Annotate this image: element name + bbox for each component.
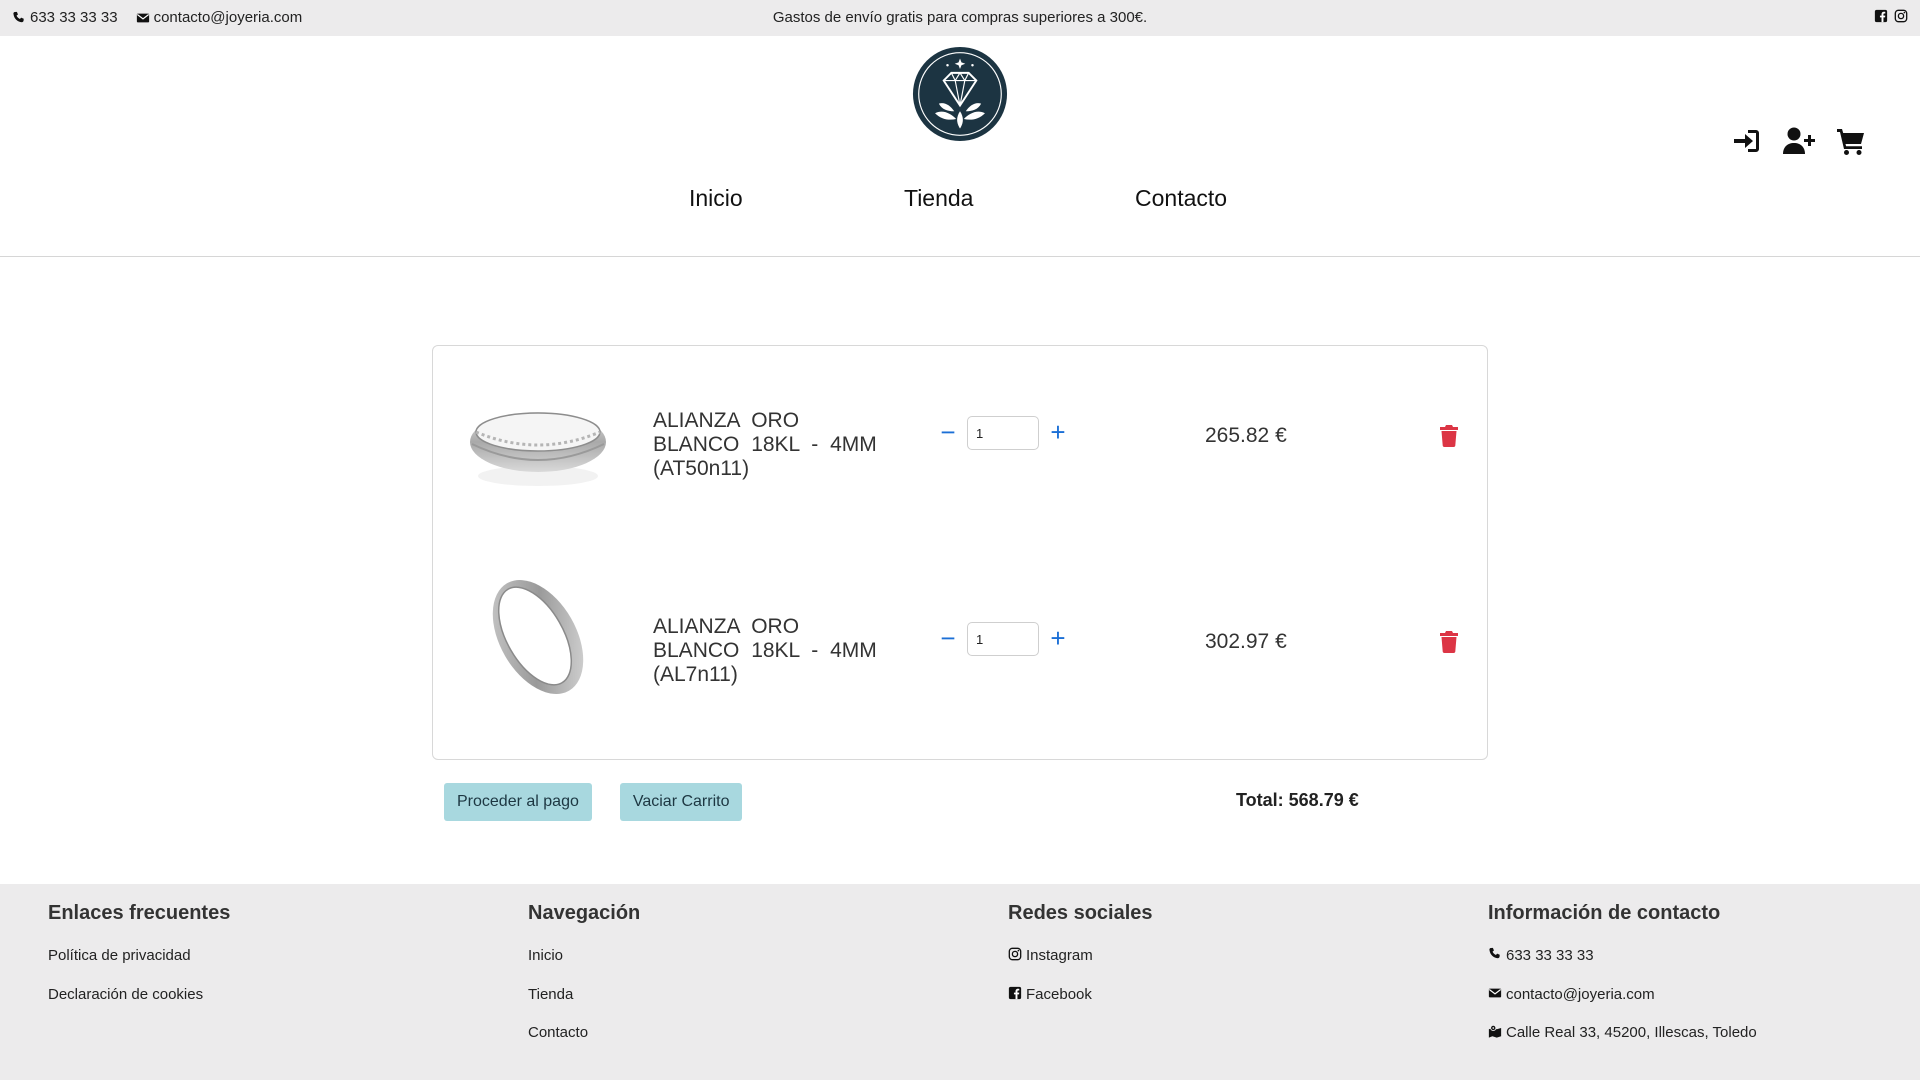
- instagram-icon: [1008, 947, 1022, 961]
- cart-total: Total: 568.79 €: [1236, 790, 1359, 810]
- product-name[interactable]: ALIANZA ORO BLANCO 18KL - 4MM (AL7n11): [653, 615, 893, 687]
- phone-icon: [1489, 947, 1500, 959]
- footer-address: Calle Real 33, 45200, Illescas, Toledo: [1488, 1024, 1757, 1063]
- footer-heading: Información de contacto: [1488, 902, 1721, 924]
- login-icon[interactable]: [1732, 126, 1762, 156]
- nav-inicio[interactable]: Inicio: [689, 185, 743, 212]
- quantity-input[interactable]: [967, 416, 1039, 450]
- footer-link-inicio[interactable]: Inicio: [528, 947, 563, 964]
- privacy-policy-link[interactable]: Política de privacidad: [48, 947, 191, 964]
- product-image[interactable]: [463, 366, 613, 496]
- footer-email-text: contacto@joyeria.com: [1506, 985, 1655, 1003]
- product-name[interactable]: ALIANZA ORO BLANCO 18KL - 4MM (AT50n11): [653, 409, 893, 481]
- footer-navigation: Navegación Inicio Tienda Contacto: [528, 902, 640, 1063]
- trash-icon[interactable]: [1439, 631, 1459, 653]
- header-divider: [0, 256, 1920, 257]
- increase-quantity-button[interactable]: +: [1047, 625, 1069, 651]
- decrease-quantity-button[interactable]: −: [937, 419, 959, 445]
- footer: Enlaces frecuentes Política de privacida…: [0, 884, 1920, 1080]
- footer-link-tienda[interactable]: Tienda: [528, 986, 573, 1003]
- footer-phone[interactable]: 633 33 33 33: [1488, 947, 1757, 986]
- shipping-promo: Gastos de envío gratis para compras supe…: [772, 9, 1148, 26]
- nav-tienda[interactable]: Tienda: [904, 185, 973, 212]
- register-user-icon[interactable]: [1782, 126, 1816, 156]
- cart-items-box: ALIANZA ORO BLANCO 18KL - 4MM (AT50n11) …: [432, 345, 1488, 760]
- cart-item: ALIANZA ORO BLANCO 18KL - 4MM (AL7n11) −…: [433, 552, 1487, 722]
- cart-item: ALIANZA ORO BLANCO 18KL - 4MM (AT50n11) …: [433, 346, 1487, 516]
- footer-frequent-links: Enlaces frecuentes Política de privacida…: [48, 902, 230, 1024]
- top-bar: 633 33 33 33 contacto@joyeria.com Gastos…: [0, 0, 1920, 36]
- quantity-stepper: − +: [937, 416, 1069, 450]
- main-nav: Inicio Tienda Contacto: [0, 185, 1920, 215]
- cart-icon[interactable]: [1836, 126, 1866, 156]
- product-image[interactable]: [463, 572, 613, 702]
- quantity-input[interactable]: [967, 622, 1039, 656]
- cookies-link[interactable]: Declaración de cookies: [48, 986, 203, 1003]
- empty-cart-button[interactable]: Vaciar Carrito: [619, 783, 743, 821]
- envelope-icon: [1488, 988, 1502, 997]
- cart-actions: Proceder al pago Vaciar Carrito: [444, 783, 743, 821]
- footer-facebook-label: Facebook: [1026, 985, 1092, 1003]
- footer-instagram-label: Instagram: [1026, 947, 1093, 964]
- footer-heading: Redes sociales: [1008, 902, 1153, 924]
- facebook-icon[interactable]: [1874, 9, 1888, 23]
- footer-facebook-link[interactable]: Facebook: [1008, 986, 1153, 1025]
- map-location-icon: [1488, 1024, 1502, 1038]
- checkout-button[interactable]: Proceder al pago: [444, 783, 592, 821]
- quantity-stepper: − +: [937, 622, 1069, 656]
- header-actions: [1732, 126, 1866, 156]
- diamond-logo[interactable]: [912, 46, 1008, 142]
- trash-icon[interactable]: [1439, 425, 1459, 447]
- footer-contact-info: Información de contacto 633 33 33 33 con…: [1488, 902, 1757, 1063]
- footer-address-text: Calle Real 33, 45200, Illescas, Toledo: [1506, 1024, 1757, 1041]
- footer-heading: Enlaces frecuentes: [48, 902, 231, 924]
- footer-instagram-link[interactable]: Instagram: [1008, 947, 1153, 986]
- nav-contacto[interactable]: Contacto: [1135, 185, 1227, 212]
- facebook-icon: [1008, 986, 1022, 999]
- item-price: 302.97 €: [1205, 630, 1287, 653]
- footer-social: Redes sociales Instagram Facebook: [1008, 902, 1153, 1024]
- footer-email[interactable]: contacto@joyeria.com: [1488, 986, 1757, 1025]
- footer-link-contacto[interactable]: Contacto: [528, 1024, 588, 1041]
- decrease-quantity-button[interactable]: −: [937, 625, 959, 651]
- instagram-icon[interactable]: [1894, 9, 1908, 23]
- footer-heading: Navegación: [528, 902, 641, 924]
- item-price: 265.82 €: [1205, 424, 1287, 447]
- top-social: [1874, 9, 1908, 23]
- increase-quantity-button[interactable]: +: [1047, 419, 1069, 445]
- footer-phone-text: 633 33 33 33: [1506, 947, 1594, 964]
